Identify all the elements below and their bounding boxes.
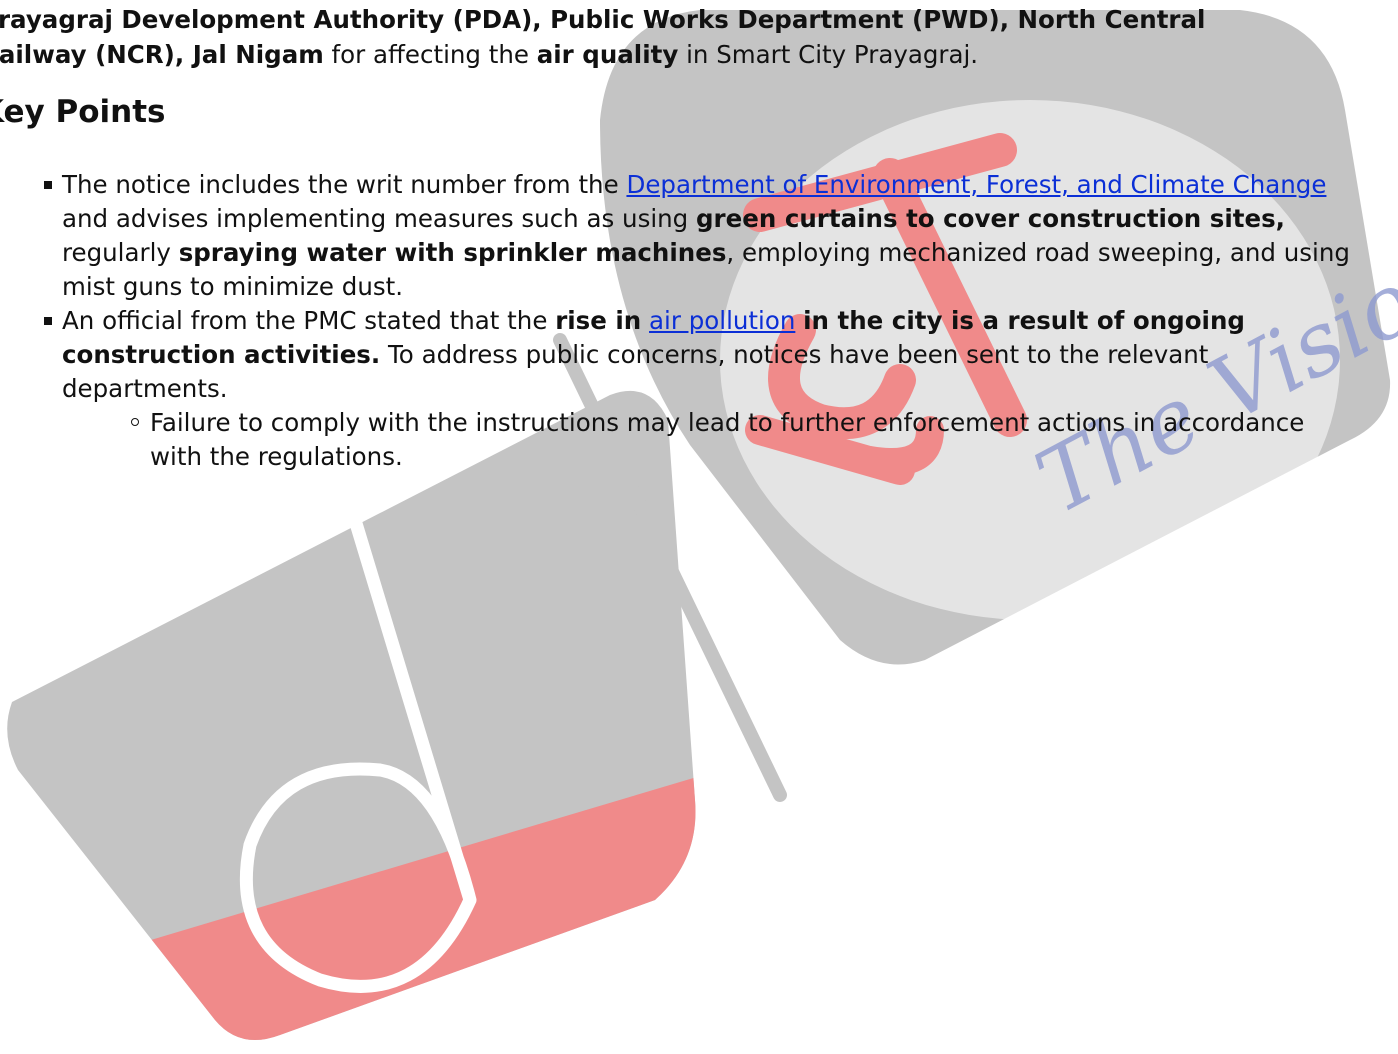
- sub-list-item: Failure to comply with the instructions …: [131, 406, 1362, 474]
- intro-text-end: in Smart City Prayagraj.: [678, 40, 979, 69]
- point-text: The notice includes the writ number from…: [62, 170, 627, 199]
- point-text: and advises implementing measures such a…: [62, 204, 697, 233]
- intro-text: for affecting the: [323, 40, 537, 69]
- sub-list: Failure to comply with the instructions …: [62, 406, 1362, 474]
- link-department-environment[interactable]: Department of Environment, Forest, and C…: [626, 170, 1326, 199]
- key-points-heading: Key Points: [0, 94, 166, 130]
- key-points-list: The notice includes the writ number from…: [44, 168, 1362, 474]
- point-bold: rise in: [555, 306, 642, 335]
- intro-bold-agencies-1: Prayagraj Development Authority (PDA), P…: [0, 5, 1206, 34]
- point-bold: green curtains to cover construction sit…: [696, 204, 1285, 233]
- point-text: An official from the PMC stated that the: [62, 306, 556, 335]
- intro-bold-agencies-2: Railway (NCR), Jal Nigam: [0, 40, 324, 69]
- point-text: regularly: [62, 238, 179, 267]
- list-item: The notice includes the writ number from…: [44, 168, 1362, 304]
- point-bold: spraying water with sprinkler machines: [178, 238, 727, 267]
- point-text: [641, 306, 649, 335]
- link-air-pollution[interactable]: air pollution: [649, 306, 795, 335]
- list-item: An official from the PMC stated that the…: [44, 304, 1362, 474]
- article-content: Prayagraj Development Authority (PDA), P…: [0, 0, 1398, 1054]
- intro-paragraph: Prayagraj Development Authority (PDA), P…: [0, 2, 1380, 72]
- intro-bold-air-quality: air quality: [536, 40, 679, 69]
- point-text: [795, 306, 803, 335]
